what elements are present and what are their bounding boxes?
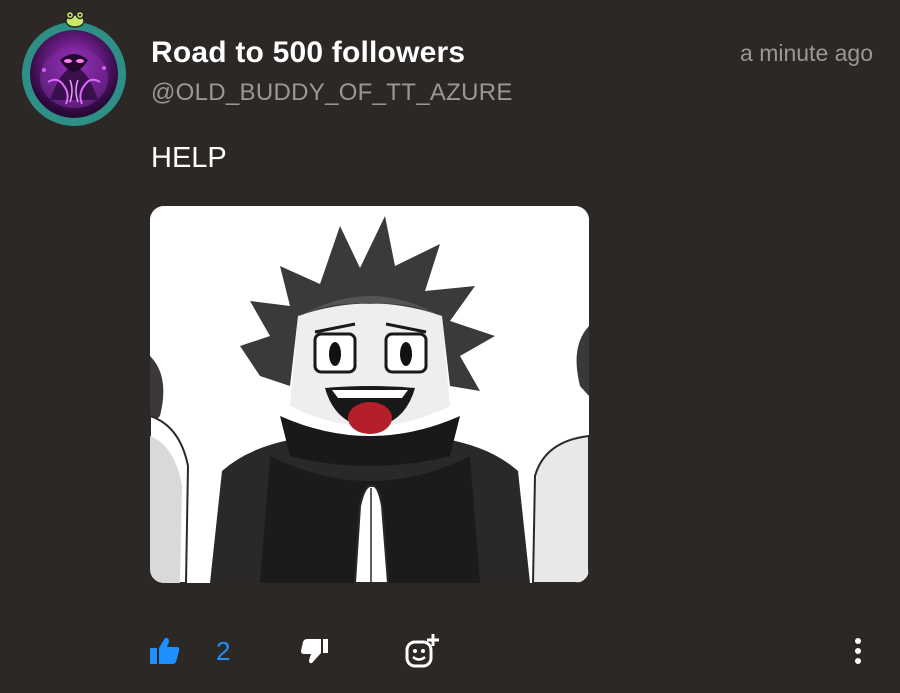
post-title[interactable]: Road to 500 followers bbox=[151, 36, 465, 70]
like-button[interactable] bbox=[148, 628, 182, 678]
avatar[interactable] bbox=[22, 10, 126, 126]
post-body: HELP bbox=[151, 142, 227, 174]
post-timestamp: a minute ago bbox=[740, 40, 873, 66]
thumbs-down-icon bbox=[300, 637, 330, 670]
post-handle[interactable]: @OLD_BUDDY_OF_TT_AZURE bbox=[151, 79, 513, 107]
dislike-button[interactable] bbox=[300, 628, 330, 678]
frog-badge-icon bbox=[64, 10, 86, 28]
thumbs-up-icon bbox=[148, 636, 182, 671]
add-reaction-icon bbox=[403, 632, 441, 675]
add-reaction-button[interactable] bbox=[403, 628, 441, 678]
more-options-button[interactable] bbox=[848, 628, 868, 678]
post-image[interactable] bbox=[150, 206, 589, 583]
action-bar: 2 bbox=[0, 628, 900, 678]
avatar-image bbox=[30, 30, 118, 118]
like-count: 2 bbox=[216, 636, 231, 666]
vertical-ellipsis-icon bbox=[848, 636, 868, 671]
